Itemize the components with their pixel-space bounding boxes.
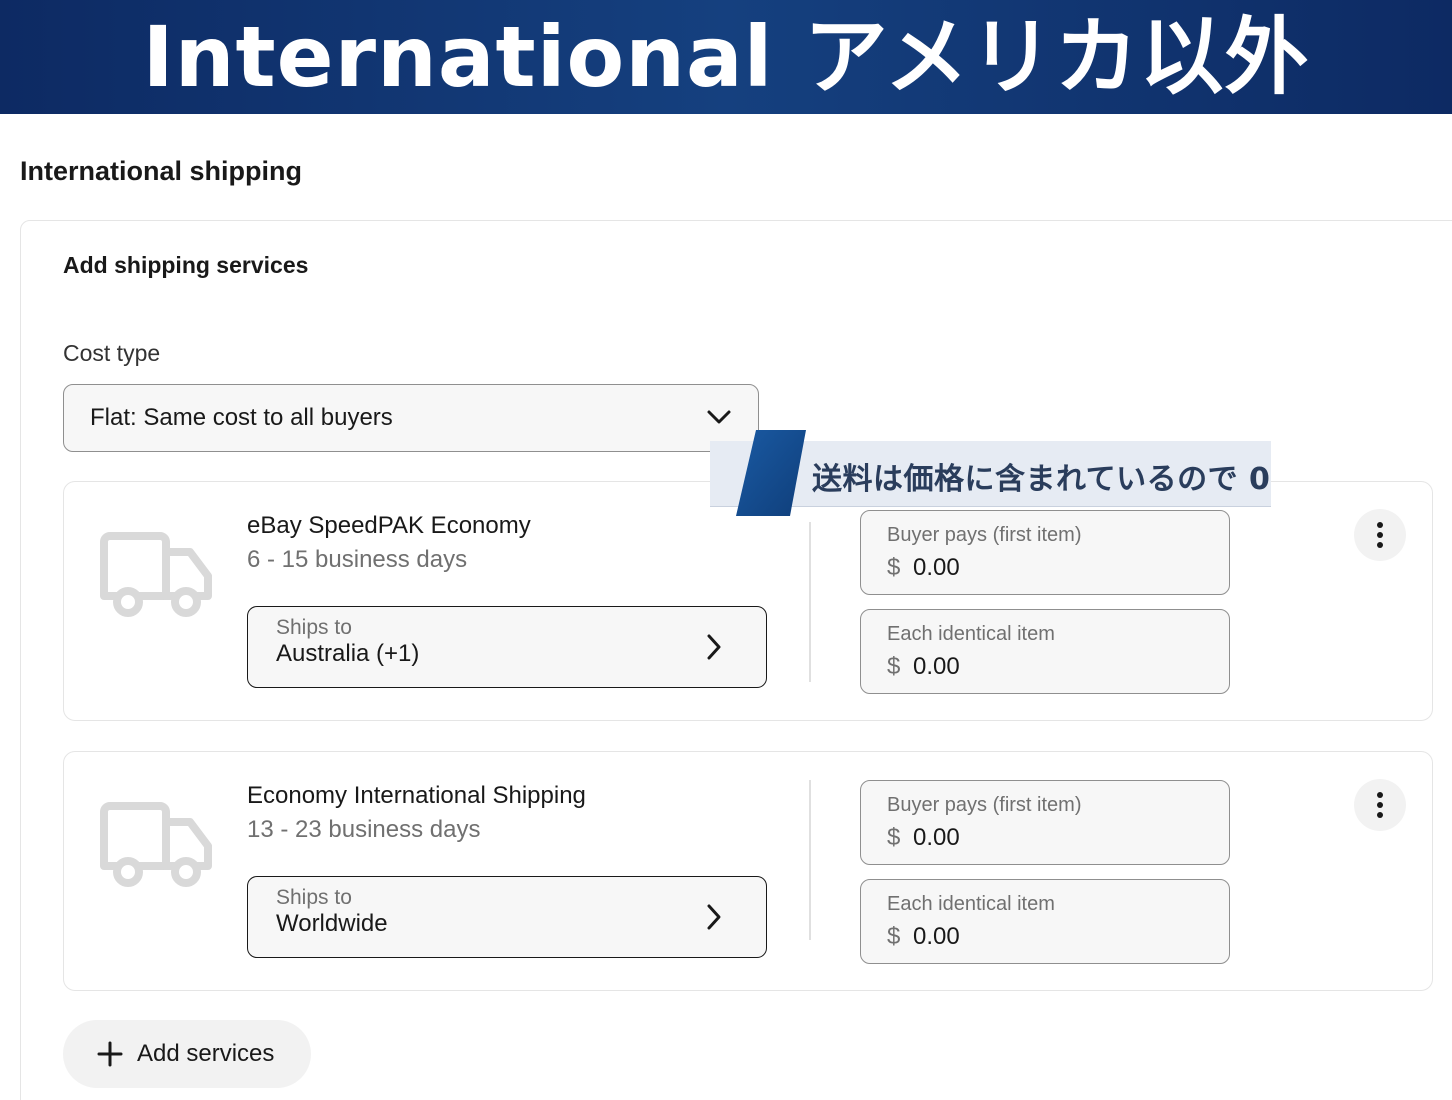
ships-to-label: Ships to bbox=[276, 616, 352, 639]
each-item-value: 0.00 bbox=[913, 923, 960, 950]
buyer-pays-label: Buyer pays (first item) bbox=[887, 794, 1082, 816]
panel-title: Add shipping services bbox=[63, 252, 309, 278]
card-divider bbox=[809, 780, 811, 940]
ships-to-value: Worldwide bbox=[276, 910, 388, 937]
currency-symbol: $ bbox=[887, 554, 901, 581]
cost-type-label: Cost type bbox=[63, 340, 161, 366]
callout-stripe bbox=[736, 430, 806, 516]
ships-to-label: Ships to bbox=[276, 886, 352, 909]
truck-icon bbox=[100, 802, 212, 887]
each-item-label: Each identical item bbox=[887, 893, 1055, 915]
cost-type-select[interactable]: Flat: Same cost to all buyers bbox=[63, 384, 759, 452]
buyer-pays-label: Buyer pays (first item) bbox=[887, 524, 1082, 546]
service-delivery-days: 6 - 15 business days bbox=[247, 546, 468, 573]
chevron-right-icon bbox=[707, 904, 721, 930]
buyer-pays-input[interactable]: Buyer pays (first item) $ 0.00 bbox=[860, 510, 1230, 595]
currency-symbol: $ bbox=[887, 923, 901, 950]
more-vertical-icon[interactable] bbox=[1354, 509, 1406, 561]
buyer-pays-input[interactable]: Buyer pays (first item) $ 0.00 bbox=[860, 780, 1230, 865]
service-delivery-days: 13 - 23 business days bbox=[247, 816, 481, 843]
section-title: International shipping bbox=[20, 156, 302, 186]
service-name: eBay SpeedPAK Economy bbox=[247, 512, 531, 539]
ships-to-button[interactable]: Ships to Australia (+1) bbox=[247, 606, 767, 688]
more-vertical-icon[interactable] bbox=[1354, 779, 1406, 831]
plus-icon bbox=[97, 1041, 123, 1067]
chevron-right-icon bbox=[707, 634, 721, 660]
ships-to-value: Australia (+1) bbox=[276, 640, 420, 667]
add-services-button[interactable]: Add services bbox=[63, 1020, 311, 1088]
card-divider bbox=[809, 522, 811, 682]
buyer-pays-value: 0.00 bbox=[913, 824, 960, 851]
service-name: Economy International Shipping bbox=[247, 782, 586, 809]
each-item-input[interactable]: Each identical item $ 0.00 bbox=[860, 879, 1230, 964]
service-card: Economy International Shipping 13 - 23 b… bbox=[63, 751, 1433, 991]
banner-title: International アメリカ以外 bbox=[142, 8, 1310, 106]
truck-icon bbox=[100, 532, 212, 617]
add-services-label: Add services bbox=[137, 1040, 275, 1067]
each-item-input[interactable]: Each identical item $ 0.00 bbox=[860, 609, 1230, 694]
service-card: eBay SpeedPAK Economy 6 - 15 business da… bbox=[63, 481, 1433, 721]
callout-text: 送料は価格に含まれているので 0 bbox=[812, 462, 1271, 497]
cost-type-value: Flat: Same cost to all buyers bbox=[90, 404, 393, 431]
each-item-value: 0.00 bbox=[913, 653, 960, 680]
title-banner: International アメリカ以外 bbox=[0, 0, 1452, 114]
currency-symbol: $ bbox=[887, 824, 901, 851]
chevron-down-icon bbox=[707, 410, 731, 424]
each-item-label: Each identical item bbox=[887, 623, 1055, 645]
currency-symbol: $ bbox=[887, 653, 901, 680]
buyer-pays-value: 0.00 bbox=[913, 554, 960, 581]
ships-to-button[interactable]: Ships to Worldwide bbox=[247, 876, 767, 958]
